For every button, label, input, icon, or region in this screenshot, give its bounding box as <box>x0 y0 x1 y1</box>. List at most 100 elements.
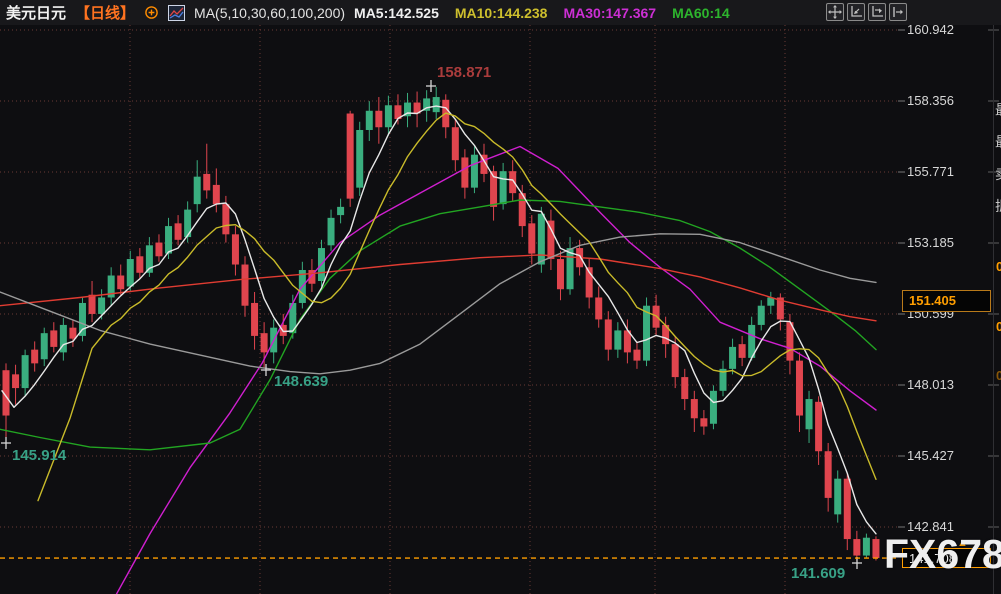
candle <box>89 281 96 322</box>
candle <box>366 101 373 141</box>
candle <box>442 94 449 138</box>
candle <box>767 292 774 314</box>
candle <box>375 97 382 144</box>
symbol-title: 美元日元 <box>6 2 66 23</box>
axis-tick-label: 148.013 <box>907 377 954 392</box>
ma-value-readout: MA10:144.238 <box>455 5 548 21</box>
candle <box>605 311 612 360</box>
candle <box>586 259 593 308</box>
candle <box>614 322 621 358</box>
exit-chart-button[interactable] <box>889 3 907 21</box>
candle <box>175 215 182 245</box>
clipped-quote-value: 0 <box>996 259 1001 274</box>
chart-window: 美元日元 【日线】 MA(5,10,30,60,100,200) MA5:142… <box>0 0 1001 594</box>
axis-tick-label: 158.356 <box>907 93 954 108</box>
candle <box>567 237 574 295</box>
candle <box>681 369 688 410</box>
candle <box>834 470 841 522</box>
candle <box>481 144 488 182</box>
candle <box>452 119 459 171</box>
axis-tick-label: 153.185 <box>907 235 954 250</box>
axis-scale-left-button[interactable] <box>847 3 865 21</box>
candle <box>289 295 296 339</box>
candle <box>50 322 57 352</box>
axis-scale-left-icon <box>849 5 863 19</box>
candle <box>299 262 306 309</box>
axis-scale-right-button[interactable] <box>868 3 886 21</box>
candle <box>872 536 879 560</box>
candle <box>825 443 832 512</box>
candle <box>691 391 698 432</box>
ma-value-readout: MA60:14 <box>672 5 730 21</box>
clipped-quote-value: 0 <box>996 368 1001 383</box>
clipped-quote-label: 最 <box>995 132 1001 152</box>
candle <box>136 248 143 278</box>
candle <box>108 267 115 305</box>
swing-marker-icon <box>852 557 862 569</box>
price-swing-label: 148.639 <box>274 373 328 390</box>
price-swing-label: 141.609 <box>791 565 845 582</box>
candle <box>423 90 430 122</box>
candle <box>155 234 162 261</box>
candle <box>863 534 870 559</box>
candle <box>31 341 38 371</box>
candle <box>643 297 650 366</box>
candle <box>194 160 201 212</box>
candle <box>60 318 67 361</box>
candle <box>22 350 29 397</box>
axis-tick-label: 155.771 <box>907 164 954 179</box>
candle <box>414 92 421 128</box>
candle <box>12 365 19 405</box>
candle <box>633 341 640 368</box>
chart-toolbar <box>826 3 907 21</box>
candle <box>242 256 249 316</box>
price-swing-label: 145.914 <box>12 447 66 464</box>
candlestick-chart[interactable] <box>0 0 1001 594</box>
candle <box>796 352 803 432</box>
candle <box>203 144 210 199</box>
axis-tick-label: 145.427 <box>907 448 954 463</box>
swing-marker-icon <box>261 364 271 376</box>
ma-line-ma5 <box>2 106 876 534</box>
candle <box>528 215 535 264</box>
ma-line-ma60 <box>0 200 876 450</box>
candle <box>557 251 564 300</box>
clipped-quote-label: 最 <box>995 100 1001 120</box>
candle <box>461 149 468 198</box>
ma-settings-label[interactable]: MA(5,10,30,60,100,200) <box>194 5 345 21</box>
candle <box>710 385 717 429</box>
candle <box>347 111 354 207</box>
candle <box>853 531 860 561</box>
candle <box>356 122 363 196</box>
clipped-quote-value: 0 <box>996 319 1001 334</box>
candle <box>251 292 258 350</box>
period-label: 【日线】 <box>75 2 135 23</box>
candle <box>404 93 411 127</box>
candle <box>844 473 851 550</box>
indicator-chart-icon[interactable] <box>168 4 185 21</box>
candle <box>806 391 813 443</box>
ma-value-readout: MA5:142.525 <box>354 5 439 21</box>
swing-marker-icon <box>1 437 11 449</box>
axis-highlight-label: 151.405 <box>902 290 991 312</box>
candle <box>700 410 707 435</box>
ma-value-readout: MA30:147.367 <box>563 5 656 21</box>
candle <box>729 339 736 375</box>
ma-values-readout: MA5:142.525 MA10:144.238 MA30:147.367 MA60:… <box>354 5 730 21</box>
candle <box>117 265 124 295</box>
candle <box>547 210 554 270</box>
axis-scale-right-icon <box>870 5 884 19</box>
clipped-quote-label: 振 <box>995 196 1001 216</box>
pan-tool-button[interactable] <box>826 3 844 21</box>
swing-marker-icon <box>426 80 436 92</box>
candle <box>232 226 239 275</box>
exit-chart-icon <box>891 5 905 19</box>
panel-separator <box>993 0 994 594</box>
candle <box>758 300 765 330</box>
price-swing-label: 158.871 <box>437 64 491 81</box>
watermark: FX678 <box>884 531 1001 578</box>
add-indicator-icon[interactable] <box>144 4 159 21</box>
candle <box>519 185 526 237</box>
candle <box>79 297 86 341</box>
candle <box>261 322 268 368</box>
